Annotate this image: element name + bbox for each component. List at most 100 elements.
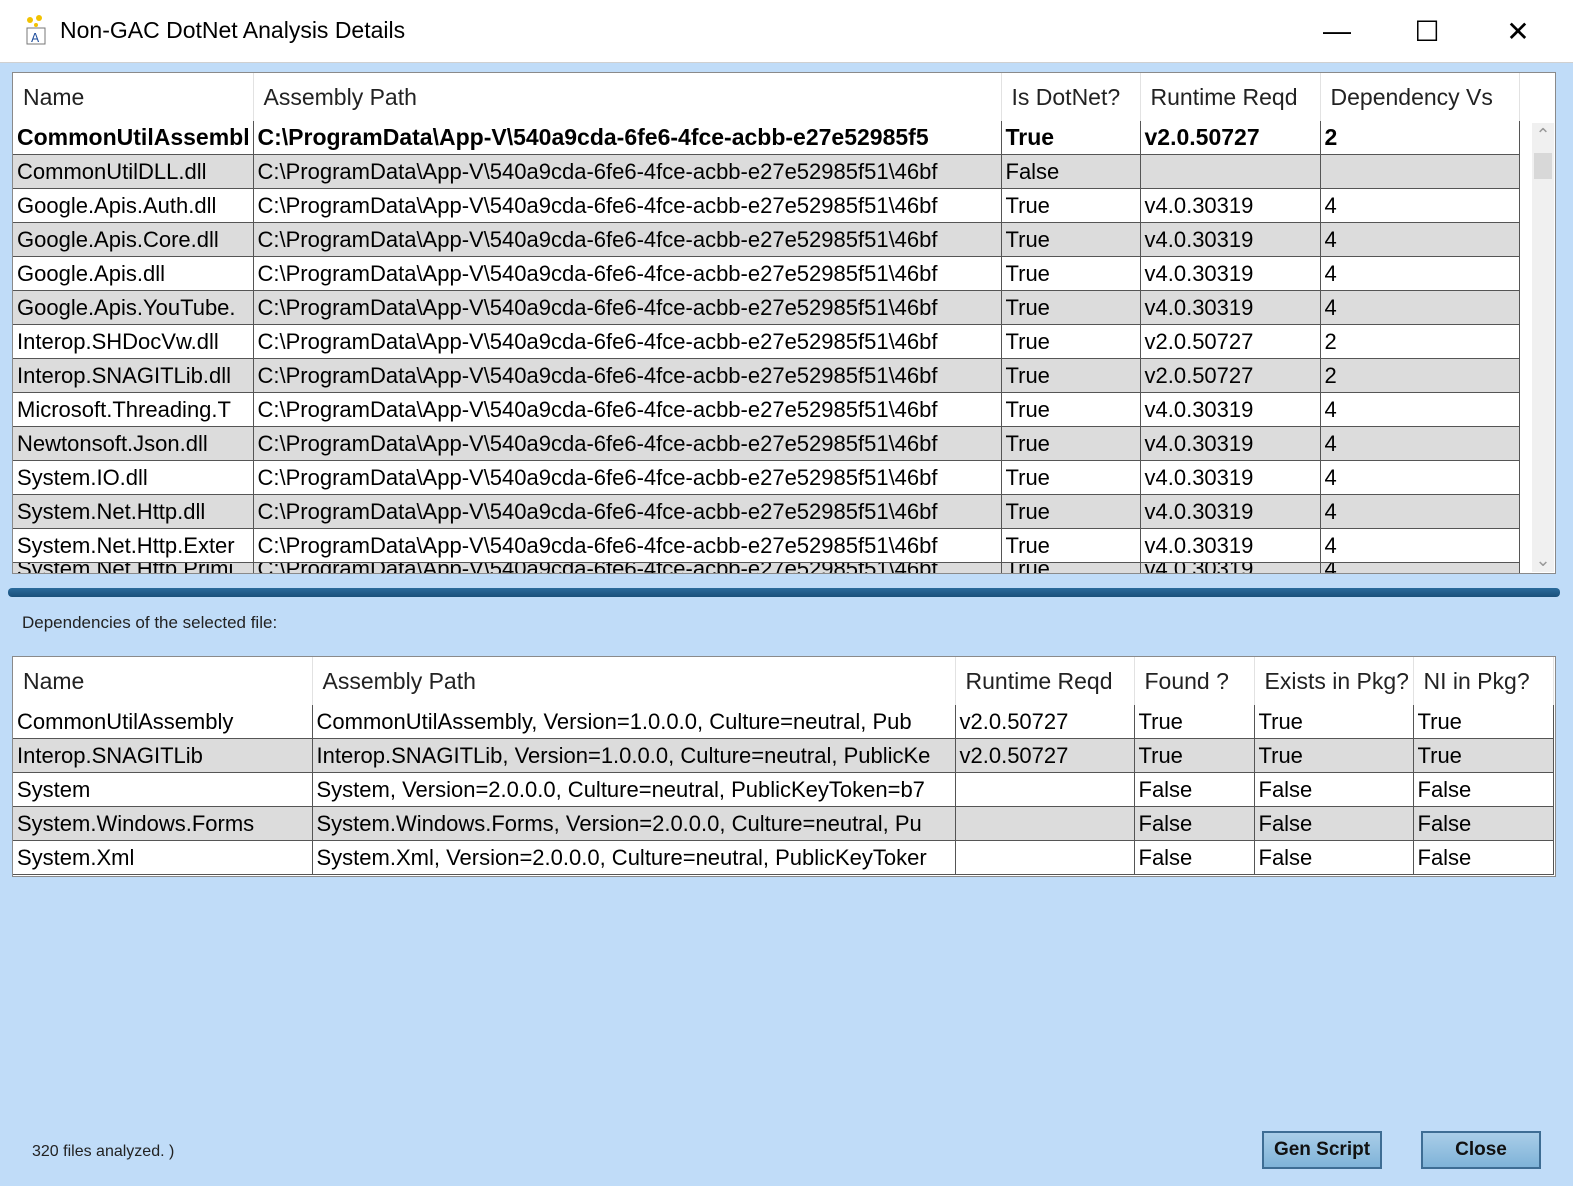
column-header-name[interactable]: Name: [13, 657, 313, 705]
table-row[interactable]: Interop.SHDocVw.dll C:\ProgramData\App-V…: [13, 324, 1520, 359]
cell-runtime-reqd: v2.0.50727: [955, 738, 1135, 773]
table-row[interactable]: System.Xml System.Xml, Version=2.0.0.0, …: [13, 840, 1554, 875]
cell-dependency-vs: 4: [1320, 290, 1520, 325]
cell-dependency-vs: [1320, 154, 1520, 189]
table-row[interactable]: Google.Apis.dll C:\ProgramData\App-V\540…: [13, 256, 1520, 291]
cell-runtime-reqd: v4.0.30319: [1140, 426, 1321, 461]
cell-ni-in-pkg: False: [1413, 772, 1554, 807]
cell-is-dotnet: True: [1001, 290, 1141, 325]
column-header-runtime-reqd[interactable]: Runtime Reqd: [1140, 73, 1321, 121]
table-row[interactable]: CommonUtilAssembly CommonUtilAssembly, V…: [13, 705, 1554, 739]
cell-assembly-path: C:\ProgramData\App-V\540a9cda-6fe6-4fce-…: [253, 188, 1002, 223]
title-bar: A Non-GAC DotNet Analysis Details — ☐ ✕: [0, 0, 1573, 63]
cell-found: True: [1134, 705, 1255, 739]
cell-assembly-path: C:\ProgramData\App-V\540a9cda-6fe6-4fce-…: [253, 562, 1002, 573]
scroll-down-icon[interactable]: ⌄: [1532, 548, 1554, 572]
maximize-button[interactable]: ☐: [1382, 0, 1472, 62]
column-header-found[interactable]: Found ?: [1134, 657, 1255, 705]
cell-dependency-vs: 4: [1320, 222, 1520, 257]
column-header-exists-in-pkg[interactable]: Exists in Pkg?: [1254, 657, 1414, 705]
table-row[interactable]: Interop.SNAGITLib Interop.SNAGITLib, Ver…: [13, 738, 1554, 773]
cell-name: Interop.SHDocVw.dll: [13, 324, 254, 359]
table-row[interactable]: Google.Apis.Auth.dll C:\ProgramData\App-…: [13, 188, 1520, 223]
cell-is-dotnet: True: [1001, 358, 1141, 393]
vertical-scrollbar[interactable]: ⌃ ⌄: [1532, 123, 1554, 572]
cell-dependency-vs: 4: [1320, 426, 1520, 461]
cell-exists-in-pkg: True: [1254, 705, 1414, 739]
cell-found: False: [1134, 806, 1255, 841]
cell-name: System.Net.Http.Exter: [13, 528, 254, 563]
column-header-assembly-path[interactable]: Assembly Path: [253, 73, 1002, 121]
cell-found: False: [1134, 840, 1255, 875]
assemblies-grid[interactable]: Name Assembly Path Is DotNet? Runtime Re…: [12, 72, 1556, 574]
cell-name: CommonUtilDLL.dll: [13, 154, 254, 189]
cell-assembly-path: System.Xml, Version=2.0.0.0, Culture=neu…: [312, 840, 956, 875]
cell-assembly-path: System, Version=2.0.0.0, Culture=neutral…: [312, 772, 956, 807]
minimize-button[interactable]: —: [1292, 0, 1382, 62]
scroll-up-icon[interactable]: ⌃: [1532, 123, 1554, 147]
cell-assembly-path: C:\ProgramData\App-V\540a9cda-6fe6-4fce-…: [253, 528, 1002, 563]
cell-dependency-vs: 4: [1320, 562, 1520, 573]
table-row[interactable]: System.Net.Http.Primi C:\ProgramData\App…: [13, 562, 1520, 573]
column-header-assembly-path[interactable]: Assembly Path: [312, 657, 956, 705]
cell-assembly-path: C:\ProgramData\App-V\540a9cda-6fe6-4fce-…: [253, 154, 1002, 189]
cell-name: System.Net.Http.dll: [13, 494, 254, 529]
cell-assembly-path: C:\ProgramData\App-V\540a9cda-6fe6-4fce-…: [253, 392, 1002, 427]
table-row[interactable]: Google.Apis.Core.dll C:\ProgramData\App-…: [13, 222, 1520, 257]
column-header-is-dotnet[interactable]: Is DotNet?: [1001, 73, 1141, 121]
cell-is-dotnet: True: [1001, 460, 1141, 495]
cell-dependency-vs: 4: [1320, 494, 1520, 529]
panel-splitter[interactable]: [8, 588, 1560, 597]
table-row[interactable]: Newtonsoft.Json.dll C:\ProgramData\App-V…: [13, 426, 1520, 461]
cell-runtime-reqd: v4.0.30319: [1140, 528, 1321, 563]
cell-runtime-reqd: [955, 806, 1135, 841]
close-button[interactable]: Close: [1421, 1131, 1541, 1169]
column-header-runtime-reqd[interactable]: Runtime Reqd: [955, 657, 1135, 705]
cell-found: False: [1134, 772, 1255, 807]
column-header-ni-in-pkg[interactable]: NI in Pkg?: [1413, 657, 1554, 705]
cell-dependency-vs: 4: [1320, 460, 1520, 495]
cell-is-dotnet: True: [1001, 562, 1141, 573]
cell-dependency-vs: 4: [1320, 188, 1520, 223]
cell-dependency-vs: 4: [1320, 256, 1520, 291]
table-row[interactable]: System.Windows.Forms System.Windows.Form…: [13, 806, 1554, 841]
table-row[interactable]: System.IO.dll C:\ProgramData\App-V\540a9…: [13, 460, 1520, 495]
cell-name: System.Xml: [13, 840, 313, 875]
close-window-button[interactable]: ✕: [1473, 0, 1563, 62]
cell-name: Google.Apis.dll: [13, 256, 254, 291]
table-row[interactable]: CommonUtilDLL.dll C:\ProgramData\App-V\5…: [13, 154, 1520, 189]
cell-name: Microsoft.Threading.T: [13, 392, 254, 427]
cell-name: Google.Apis.YouTube.: [13, 290, 254, 325]
table-row[interactable]: System.Net.Http.dll C:\ProgramData\App-V…: [13, 494, 1520, 529]
cell-runtime-reqd: [955, 772, 1135, 807]
cell-assembly-path: C:\ProgramData\App-V\540a9cda-6fe6-4fce-…: [253, 460, 1002, 495]
cell-runtime-reqd: [1140, 154, 1321, 189]
cell-ni-in-pkg: True: [1413, 705, 1554, 739]
cell-assembly-path: CommonUtilAssembly, Version=1.0.0.0, Cul…: [312, 705, 956, 739]
cell-is-dotnet: True: [1001, 528, 1141, 563]
cell-is-dotnet: True: [1001, 494, 1141, 529]
dependencies-header-row: Name Assembly Path Runtime Reqd Found ? …: [13, 657, 1554, 705]
table-row[interactable]: System.Net.Http.Exter C:\ProgramData\App…: [13, 528, 1520, 563]
cell-dependency-vs: 2: [1320, 121, 1520, 155]
column-header-dependency-vs[interactable]: Dependency Vs: [1320, 73, 1520, 121]
column-header-name[interactable]: Name: [13, 73, 254, 121]
svg-text:A: A: [31, 31, 40, 45]
assemblies-header-row: Name Assembly Path Is DotNet? Runtime Re…: [13, 73, 1520, 121]
scroll-thumb[interactable]: [1534, 153, 1552, 179]
table-row[interactable]: Interop.SNAGITLib.dll C:\ProgramData\App…: [13, 358, 1520, 393]
table-row[interactable]: System System, Version=2.0.0.0, Culture=…: [13, 772, 1554, 807]
cell-assembly-path: Interop.SNAGITLib, Version=1.0.0.0, Cult…: [312, 738, 956, 773]
gen-script-button[interactable]: Gen Script: [1262, 1131, 1382, 1169]
table-row-selected[interactable]: CommonUtilAssembl C:\ProgramData\App-V\5…: [13, 121, 1520, 155]
cell-dependency-vs: 2: [1320, 324, 1520, 359]
cell-runtime-reqd: v4.0.30319: [1140, 222, 1321, 257]
cell-is-dotnet: True: [1001, 222, 1141, 257]
app-install-icon: A: [26, 15, 46, 45]
table-row[interactable]: Google.Apis.YouTube. C:\ProgramData\App-…: [13, 290, 1520, 325]
cell-assembly-path: C:\ProgramData\App-V\540a9cda-6fe6-4fce-…: [253, 121, 1002, 155]
cell-assembly-path: C:\ProgramData\App-V\540a9cda-6fe6-4fce-…: [253, 290, 1002, 325]
table-row[interactable]: Microsoft.Threading.T C:\ProgramData\App…: [13, 392, 1520, 427]
dependencies-grid[interactable]: Name Assembly Path Runtime Reqd Found ? …: [12, 656, 1556, 877]
cell-name: Interop.SNAGITLib: [13, 738, 313, 773]
